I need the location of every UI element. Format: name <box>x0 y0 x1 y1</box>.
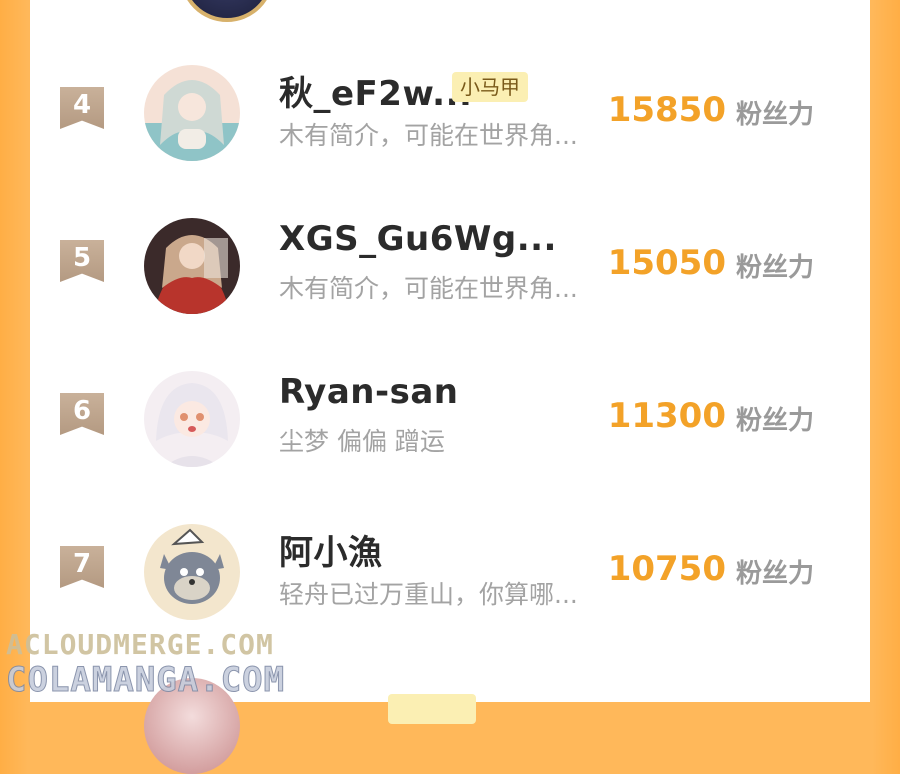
user-bio: 轻舟已过万重山，你算哪... <box>279 580 578 609</box>
user-name[interactable]: 秋_eF2w... <box>279 66 472 115</box>
fan-score-unit: 粉丝力 <box>736 406 815 436</box>
rank-badge: 4 <box>60 87 104 129</box>
fan-score-unit: 粉丝力 <box>736 100 815 130</box>
rank-badge: 5 <box>60 240 104 282</box>
watermark-line-2: COLAMANGA.COM <box>5 660 286 701</box>
fan-score: 10750 <box>607 549 726 589</box>
user-bio: 尘梦 偏偏 蹭运 <box>279 427 445 456</box>
user-bio: 木有简介，可能在世界角... <box>279 121 578 150</box>
fan-score-unit: 粉丝力 <box>736 559 815 589</box>
avatar-cartoon-cat-icon <box>144 524 240 620</box>
avatar[interactable] <box>180 0 274 22</box>
list-item[interactable]: 5 XGS_Gu6Wg... 木有简介，可能在世界角... 15050 粉丝力 <box>30 211 870 321</box>
avatar[interactable] <box>144 65 240 161</box>
avatar[interactable] <box>144 524 240 620</box>
status-badge <box>388 694 476 724</box>
avatar-illustration-mermaid-icon <box>144 65 240 161</box>
fan-score: 15850 <box>607 90 726 130</box>
rank-badge: 7 <box>60 546 104 588</box>
user-name[interactable]: XGS_Gu6Wg... <box>279 219 557 259</box>
list-item[interactable]: 6 Ryan-san 尘梦 偏偏 蹭运 11300 粉丝力 <box>30 364 870 474</box>
status-badge: 小马甲 <box>452 72 528 102</box>
user-bio: 木有简介，可能在世界角... <box>279 274 578 303</box>
user-name[interactable]: Ryan-san <box>279 372 458 412</box>
fan-score: 15050 <box>607 243 726 283</box>
user-name[interactable]: 阿小漁 <box>279 525 383 574</box>
avatar-illustration-girl-red-icon <box>144 218 240 314</box>
avatar-illustration-white-hair-icon <box>144 371 240 467</box>
list-item[interactable]: 4 秋_eF2w... 小马甲 木有简介，可能在世界角... 15850 粉丝力 <box>30 58 870 168</box>
avatar[interactable] <box>144 371 240 467</box>
ranking-panel: 4 秋_eF2w... 小马甲 木有简介，可能在世界角... 15850 粉丝力… <box>30 0 870 774</box>
fan-score-unit: 粉丝力 <box>736 253 815 283</box>
list-item[interactable]: 7 阿小漁 轻舟已过万重山，你算哪... 10750 粉丝力 <box>30 517 870 627</box>
fan-score: 11300 <box>607 396 726 436</box>
watermark-line-1: ACLOUDMERGE.COM <box>6 628 274 661</box>
avatar[interactable] <box>144 218 240 314</box>
rank-badge: 6 <box>60 393 104 435</box>
